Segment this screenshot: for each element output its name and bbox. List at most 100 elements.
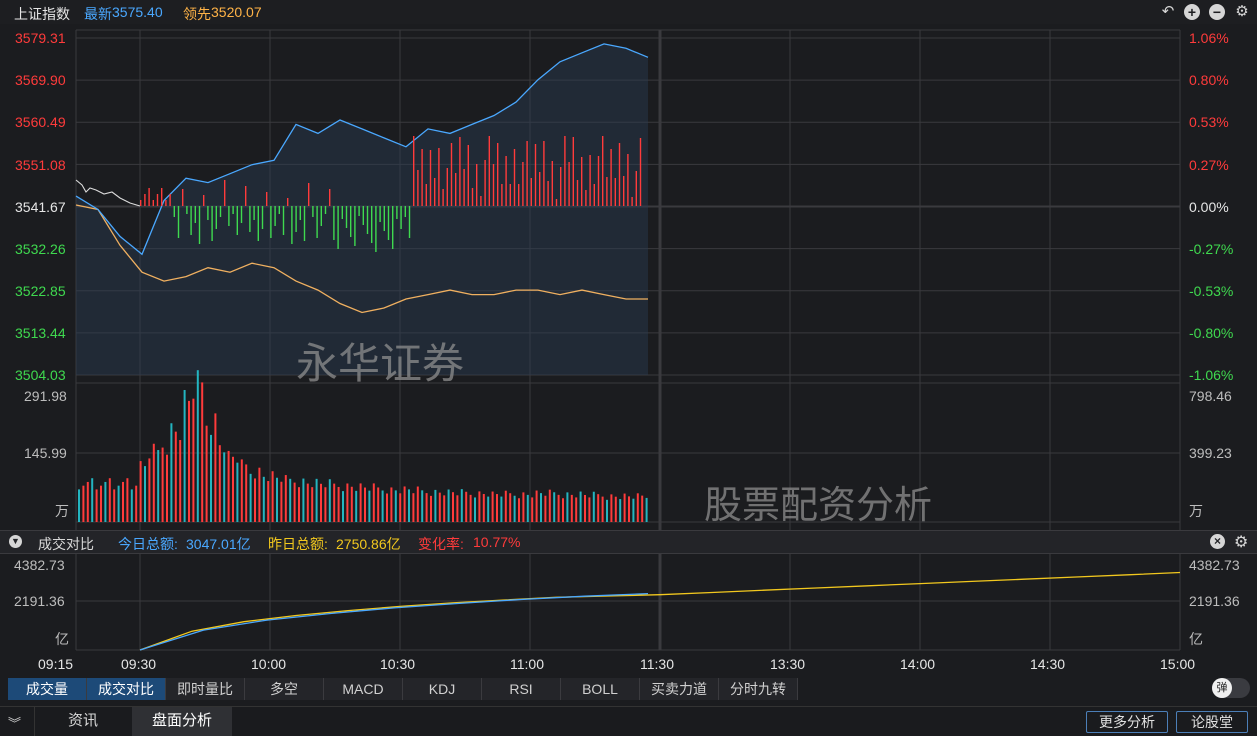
volume-bar xyxy=(526,494,529,522)
popup-toggle[interactable]: 弹 xyxy=(1212,678,1250,698)
tab-market-analysis[interactable]: 盘面分析 xyxy=(132,707,232,736)
price-axis-left-5: 3532.26 xyxy=(15,241,66,257)
tab-volume-ratio[interactable]: 即时量比 xyxy=(166,678,245,700)
volume-bar xyxy=(377,487,380,522)
tab-macd[interactable]: MACD xyxy=(324,678,403,700)
volume-bar xyxy=(280,481,283,522)
diff-bar xyxy=(236,206,238,235)
volume-bar xyxy=(227,450,230,522)
diff-bar xyxy=(232,206,234,214)
volume-bar xyxy=(430,495,432,522)
turnover-axis-left-unit: 亿 xyxy=(55,631,69,647)
volume-bar xyxy=(474,497,476,522)
collapse-icon[interactable]: ▼ xyxy=(9,535,22,548)
volume-bar xyxy=(469,494,472,522)
volume-bar xyxy=(315,478,318,522)
tab-kdj[interactable]: KDJ xyxy=(403,678,482,700)
more-analysis-button[interactable]: 更多分析 xyxy=(1086,711,1168,733)
pct-axis-right-7: -0.80% xyxy=(1189,325,1234,341)
volume-bar xyxy=(122,481,124,522)
volume-bar xyxy=(179,440,182,522)
tab-buy-sell-force[interactable]: 买卖力道 xyxy=(640,678,719,700)
diff-bar xyxy=(362,206,364,225)
tab-nine-turn[interactable]: 分时九转 xyxy=(719,678,798,700)
volume-bar xyxy=(390,487,393,522)
diff-bar xyxy=(480,196,482,206)
close-icon[interactable]: × xyxy=(1210,534,1225,549)
volume-bar xyxy=(82,485,85,522)
tab-rsi[interactable]: RSI xyxy=(482,678,561,700)
indicator-tabs: 成交量 成交对比 即时量比 多空 MACD KDJ RSI BOLL 买卖力道 … xyxy=(8,678,803,700)
diff-bar xyxy=(320,206,322,226)
volume-bar xyxy=(337,486,340,522)
volume-bar xyxy=(491,491,494,522)
tab-turnover-compare[interactable]: 成交对比 xyxy=(87,678,166,700)
diff-bar xyxy=(282,206,285,235)
diff-bar xyxy=(190,206,192,235)
volume-bar xyxy=(478,491,481,522)
volume-bar xyxy=(152,443,155,522)
diff-bar xyxy=(497,143,499,206)
diff-bar xyxy=(618,143,621,206)
diff-bar xyxy=(383,206,385,231)
volume-bar xyxy=(368,490,371,522)
tab-long-short[interactable]: 多空 xyxy=(245,678,324,700)
diff-bar xyxy=(455,173,457,206)
volume-bar xyxy=(408,489,410,522)
volume-bar xyxy=(135,485,138,522)
diff-bar xyxy=(484,160,486,206)
diff-bar xyxy=(287,198,289,206)
diff-bar xyxy=(215,206,217,229)
diff-bar xyxy=(274,206,276,226)
volume-bar xyxy=(518,498,520,522)
diff-bar xyxy=(509,184,511,206)
price-axis-left-4: 3541.67 xyxy=(15,199,66,215)
tab-boll[interactable]: BOLL xyxy=(561,678,640,700)
diff-bar xyxy=(228,206,230,226)
forum-button[interactable]: 论股堂 xyxy=(1176,711,1248,733)
panel-gear-icon[interactable]: ⚙ xyxy=(1234,532,1248,552)
watermark-volume: 股票配资分析 xyxy=(704,485,933,527)
diff-bar xyxy=(345,206,348,228)
diff-bar xyxy=(589,155,591,206)
time-tick-1130: 11:30 xyxy=(640,656,674,672)
price-axis-left-7: 3513.44 xyxy=(15,325,66,341)
watermark-main: 永华证券 xyxy=(296,340,465,387)
diff-bar xyxy=(488,136,490,206)
volume-bar xyxy=(245,464,248,522)
diff-bar xyxy=(245,186,247,206)
volume-bar xyxy=(540,493,542,522)
diff-bar xyxy=(186,206,188,214)
change-rate-label: 变化率: xyxy=(418,536,464,552)
volume-bar xyxy=(359,483,362,522)
diff-bar xyxy=(568,162,570,206)
volume-bar xyxy=(157,450,160,522)
diff-bar xyxy=(333,206,335,240)
diff-bar xyxy=(459,137,461,206)
diff-bar xyxy=(240,206,243,223)
diff-bar xyxy=(522,162,524,206)
diff-bar xyxy=(572,137,574,206)
diff-bar xyxy=(207,206,209,220)
intraday-chart[interactable] xyxy=(0,0,1257,736)
volume-bar xyxy=(566,492,569,522)
expand-icon[interactable]: ︾ xyxy=(8,713,21,732)
volume-bar xyxy=(130,489,133,522)
pct-axis-right-2: 0.53% xyxy=(1189,114,1229,130)
diff-bar xyxy=(152,200,154,206)
volume-bar xyxy=(434,489,437,522)
diff-bar xyxy=(291,206,293,244)
diff-bar xyxy=(219,206,222,217)
volume-bar xyxy=(293,482,296,522)
tab-volume[interactable]: 成交量 xyxy=(8,678,87,700)
volume-bar xyxy=(632,498,635,522)
diff-bar xyxy=(602,136,604,206)
diff-bar xyxy=(144,194,146,206)
diff-bar xyxy=(299,206,301,220)
time-tick-1430: 14:30 xyxy=(1030,656,1066,672)
tab-news[interactable]: 资讯 xyxy=(34,707,131,736)
volume-bar xyxy=(262,476,265,522)
volume-axis-left-unit: 万 xyxy=(55,503,69,519)
volume-bar xyxy=(289,478,292,522)
diff-bar xyxy=(177,206,180,238)
